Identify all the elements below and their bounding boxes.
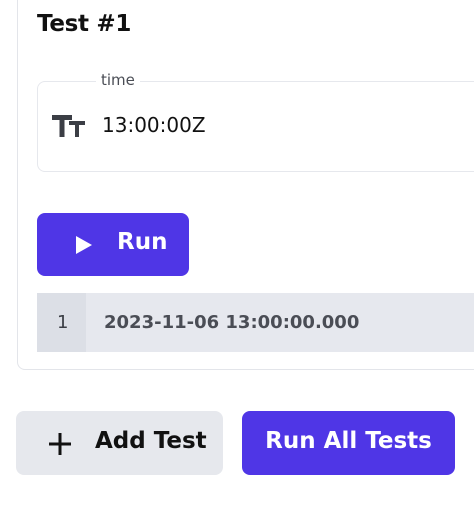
play-icon <box>76 236 92 254</box>
run-button[interactable]: Run <box>37 213 189 276</box>
result-row: 1 2023-11-06 13:00:00.000 <box>37 293 474 352</box>
run-all-tests-button[interactable]: Run All Tests <box>242 411 455 475</box>
add-test-label: Add Test <box>95 428 207 454</box>
result-index-cell: 1 <box>37 293 86 352</box>
plus-icon <box>49 433 71 455</box>
field-label: time <box>96 71 140 89</box>
field-value[interactable]: 13:00:00Z <box>102 113 206 137</box>
add-test-button[interactable]: Add Test <box>16 411 223 475</box>
test-title: Test #1 <box>37 11 132 37</box>
text-type-icon <box>52 115 85 137</box>
run-button-label: Run <box>117 229 168 255</box>
result-index: 1 <box>57 312 69 333</box>
run-all-tests-label: Run All Tests <box>265 428 432 454</box>
result-value: 2023-11-06 13:00:00.000 <box>104 312 360 333</box>
